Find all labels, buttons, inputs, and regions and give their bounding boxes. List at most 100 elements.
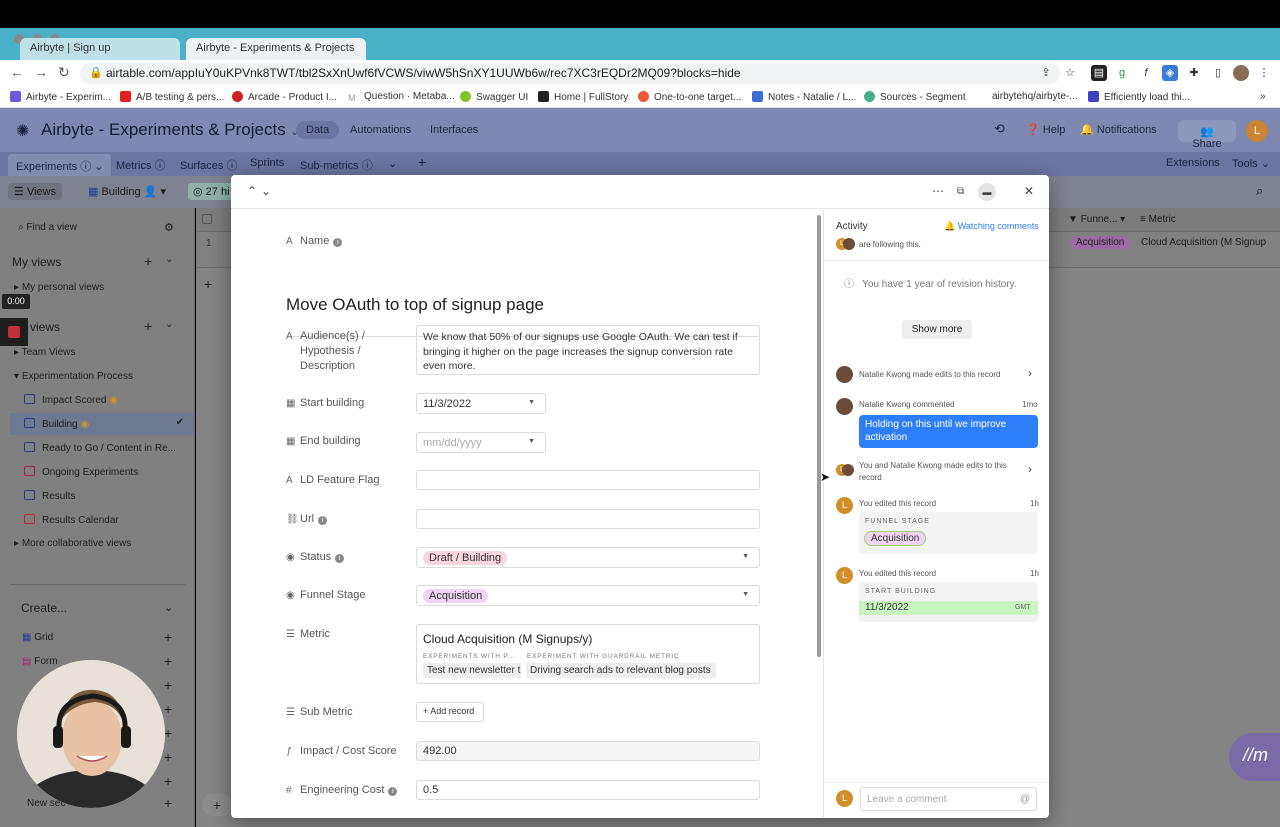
status-select[interactable]: Draft / Building ▼	[416, 547, 760, 568]
create-form[interactable]: ▤ Form	[22, 656, 58, 667]
extension-icon[interactable]: f	[1138, 65, 1154, 81]
notifications-button[interactable]: 🔔 Notifications	[1080, 123, 1157, 136]
loom-logo[interactable]: //m	[1229, 733, 1280, 781]
add-table-icon[interactable]: +	[418, 154, 426, 170]
chevron-down-icon[interactable]: ⌄	[164, 601, 173, 614]
add-icon[interactable]: +	[202, 794, 232, 816]
audience-field[interactable]: We know that 50% of our signups use Goog…	[416, 325, 760, 375]
history-icon[interactable]: ⟲	[994, 121, 1005, 137]
reload-icon[interactable]: ↻	[58, 64, 70, 81]
chevron-down-icon[interactable]: ⌄	[165, 319, 173, 330]
back-icon[interactable]: ←	[10, 64, 24, 80]
column-header-funnel[interactable]: ▼ Funne... ▾	[1068, 214, 1125, 225]
tools-button[interactable]: Tools ⌄	[1232, 157, 1270, 170]
help-button[interactable]: ❓ Help	[1026, 123, 1065, 136]
add-icon[interactable]: +	[164, 749, 172, 765]
engineering-cost-field[interactable]: 0.5	[416, 780, 760, 800]
extension-icon[interactable]: ▤	[1091, 65, 1107, 81]
base-title[interactable]: Airbyte - Experiments & Projects ⌄	[41, 120, 299, 140]
add-icon[interactable]: +	[164, 629, 172, 645]
metric-cell[interactable]: Cloud Acquisition (M Signup	[1141, 237, 1266, 248]
views-toggle[interactable]: ☰ Views	[8, 183, 63, 200]
add-icon[interactable]: +	[164, 795, 172, 811]
current-view-button[interactable]: ▦ Building 👤 ▾	[88, 185, 166, 198]
sidebar-icon[interactable]: ▯	[1210, 65, 1226, 81]
copy-link-icon[interactable]: ⧉	[957, 186, 964, 197]
ld-feature-flag-field[interactable]	[416, 470, 760, 490]
add-icon[interactable]: +	[144, 253, 152, 269]
metric-linked-record[interactable]: Cloud Acquisition (M Signups/y) EXPERIME…	[416, 624, 760, 684]
find-view-input[interactable]: ⌕ Find a view	[18, 222, 77, 233]
add-icon[interactable]: +	[164, 653, 172, 669]
user-avatar[interactable]: L	[1246, 120, 1268, 142]
funnel-cell[interactable]: Acquisition	[1070, 236, 1131, 249]
bookmark[interactable]: One-to-one target...	[638, 91, 741, 103]
bookmark[interactable]: Arcade - Product I...	[232, 91, 337, 103]
bookmark[interactable]: Notes - Natalie / L...	[752, 91, 856, 103]
comment-input[interactable]: Leave a comment @	[860, 787, 1037, 811]
my-views-header[interactable]: My views	[12, 255, 61, 269]
end-date-field[interactable]: mm/dd/yyyy ▼	[416, 432, 546, 453]
extension-icon[interactable]: ɡ	[1114, 65, 1130, 81]
tab-surfaces[interactable]: Surfaces ⓘ	[180, 157, 237, 173]
bookmark[interactable]: Home | FullStory	[538, 91, 628, 103]
share-button[interactable]: 👥 Share	[1178, 120, 1236, 150]
funnel-select[interactable]: Acquisition ▼	[416, 585, 760, 606]
close-icon[interactable]: ✕	[1024, 184, 1034, 198]
sidebar-item-results-calendar[interactable]: Results Calendar	[0, 509, 195, 531]
menu-kebab-icon[interactable]: ⋮	[1256, 65, 1272, 81]
bookmark[interactable]: Swagger UI	[460, 91, 528, 103]
column-header-metric[interactable]: ≡ Metric	[1140, 214, 1176, 225]
add-icon[interactable]: +	[164, 725, 172, 741]
gear-icon[interactable]: ⚙	[164, 221, 174, 234]
bookmark[interactable]: Airbyte - Experim...	[10, 91, 111, 103]
bookmark-star-icon[interactable]: ☆	[1062, 65, 1078, 81]
webcam-bubble[interactable]	[17, 660, 165, 808]
comment-toggle-icon[interactable]: ▬	[978, 183, 996, 201]
add-icon[interactable]: +	[164, 773, 172, 789]
sidebar-item-building[interactable]: Building ◉ ✔	[10, 413, 194, 435]
profile-avatar[interactable]	[1233, 65, 1249, 81]
nav-interfaces[interactable]: Interfaces	[420, 121, 488, 139]
search-icon[interactable]: ⌕	[1256, 183, 1263, 199]
select-all-checkbox[interactable]	[202, 214, 212, 224]
add-icon[interactable]: +	[164, 701, 172, 717]
chevron-up-icon[interactable]: ⌃	[247, 184, 257, 198]
url-field[interactable]	[416, 509, 760, 529]
sidebar-item-results[interactable]: Results	[0, 485, 195, 507]
comment-bubble[interactable]: Holding on this until we improve activat…	[859, 415, 1038, 448]
more-tables-chevron-icon[interactable]: ⌄	[388, 157, 397, 170]
linked-record-chip[interactable]: Test new newsletter t	[423, 663, 521, 678]
bookmark[interactable]: airbytehq/airbyte-...	[992, 91, 1078, 102]
process-folder[interactable]: ▾ Experimentation Process	[14, 371, 133, 382]
watching-comments-button[interactable]: 🔔 Watching comments	[944, 221, 1039, 232]
create-grid[interactable]: ▦ Grid	[22, 632, 53, 643]
bookmarks-overflow-icon[interactable]: »	[1260, 91, 1266, 102]
my-personal-views[interactable]: ▸ My personal views	[14, 282, 104, 293]
bookmark[interactable]: M Question · Metaba...	[348, 91, 455, 104]
chevron-right-icon[interactable]: ›	[1028, 462, 1032, 476]
extensions-button[interactable]: Extensions	[1166, 157, 1220, 169]
tab-sprints[interactable]: Sprints	[250, 157, 284, 169]
views-header[interactable]: views	[30, 320, 60, 334]
puzzle-icon[interactable]: ✚	[1186, 65, 1202, 81]
url-field[interactable]: 🔒 airtable.com/appIuY0uKPVnk8TWT/tbl2SxXn…	[80, 63, 1060, 84]
sidebar-item-impact-scored[interactable]: Impact Scored ◉	[0, 389, 195, 411]
linked-record-chip[interactable]: Driving search ads to relevant blog post…	[526, 663, 716, 678]
tab-metrics[interactable]: Metrics ⓘ	[116, 157, 166, 173]
hidden-fields-button[interactable]: ◎ 27 hi	[188, 183, 235, 200]
bookmark[interactable]: Efficiently load thi...	[1088, 91, 1190, 103]
tab-experiments[interactable]: Experiments ⓘ ⌄	[8, 154, 112, 176]
tab-sub-metrics[interactable]: Sub-metrics ⓘ	[300, 157, 373, 173]
nav-data[interactable]: Data	[296, 121, 340, 139]
scrollbar[interactable]	[817, 215, 821, 657]
add-record-button[interactable]: + Add record	[416, 702, 484, 722]
extension-icon[interactable]: ◈	[1162, 65, 1178, 81]
sidebar-item-ready[interactable]: Ready to Go / Content in Re...	[0, 437, 195, 459]
chevron-down-icon[interactable]: ⌄	[261, 184, 271, 198]
nav-automations[interactable]: Automations	[340, 121, 421, 139]
chevron-down-icon[interactable]: ⌄	[165, 254, 173, 265]
chevron-right-icon[interactable]: ›	[1028, 366, 1032, 380]
more-collaborative-views[interactable]: ▸ More collaborative views	[14, 538, 131, 549]
bookmark[interactable]: Sources - Segment	[864, 91, 966, 103]
